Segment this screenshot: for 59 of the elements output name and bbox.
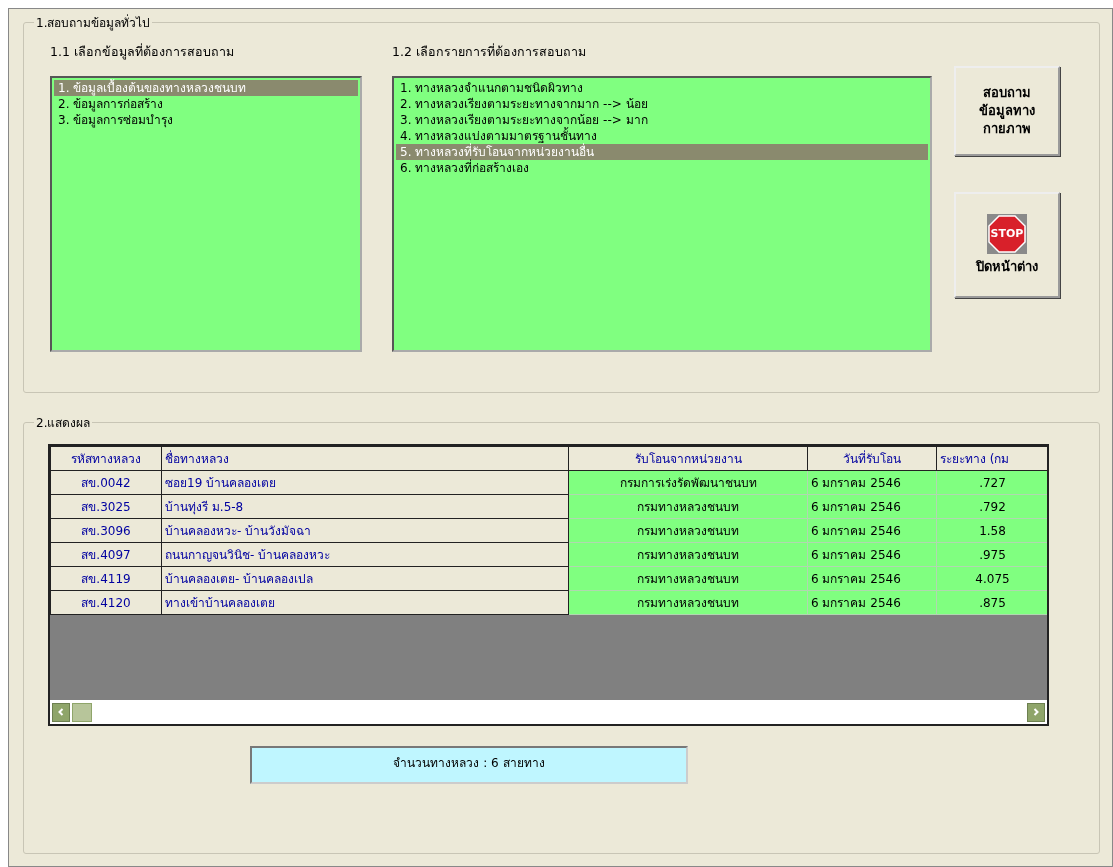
table-cell: 1.58	[936, 518, 1047, 543]
table-cell: สข.4120	[50, 590, 162, 615]
table-cell: 6 มกราคม 2546	[807, 494, 937, 519]
list-item[interactable]: 6. ทางหลวงที่ก่อสร้างเอง	[396, 160, 928, 176]
table-cell: 6 มกราคม 2546	[807, 566, 937, 591]
table-cell: ทางเข้าบ้านคลองเตย	[161, 590, 569, 615]
column-header[interactable]: รับโอนจากหน่วยงาน	[568, 446, 808, 471]
list-item[interactable]: 1. ทางหลวงจำแนกตามชนิดผิวทาง	[396, 80, 928, 96]
scroll-right-icon[interactable]	[1027, 702, 1045, 722]
table-cell: 6 มกราคม 2546	[807, 470, 937, 495]
table-cell: 6 มกราคม 2546	[807, 590, 937, 615]
list-box[interactable]	[392, 76, 932, 352]
summary-field: จำนวนทางหลวง : 6 สายทาง	[250, 746, 688, 784]
table-cell: .875	[936, 590, 1047, 615]
horizontal-scrollbar[interactable]	[50, 700, 1047, 724]
table-cell: .792	[936, 494, 1047, 519]
stop-sign-text: STOP	[989, 226, 1025, 242]
list-label: 1.1 เลือกข้อมูลที่ต้องการสอบถาม	[50, 42, 235, 62]
list-item[interactable]: 1. ข้อมูลเบื้องต้นของทางหลวงชนบท	[54, 80, 358, 96]
close-button[interactable]: STOP ปิดหน้าต่าง	[954, 192, 1060, 298]
list-item[interactable]: 2. ทางหลวงเรียงตามระยะทางจากมาก --> น้อย	[396, 96, 928, 112]
scroll-left-icon[interactable]	[52, 702, 70, 722]
table-cell: .727	[936, 470, 1047, 495]
table-cell: กรมการเร่งรัดพัฒนาชนบท	[568, 470, 808, 495]
table-cell: ถนนกาญจนวินิช- บ้านคลองหวะ	[161, 542, 569, 567]
scroll-thumb[interactable]	[72, 702, 92, 722]
group-title: 2.แสดงผล	[35, 415, 92, 432]
table-cell: กรมทางหลวงชนบท	[568, 590, 808, 615]
stop-sign-icon	[987, 214, 1027, 254]
query-button[interactable]: สอบถาม ข้อมูลทาง กายภาพ	[954, 66, 1060, 156]
table-cell: กรมทางหลวงชนบท	[568, 542, 808, 567]
table-cell: บ้านคลองหวะ- บ้านวังมัจฉา	[161, 518, 569, 543]
table-cell: สข.0042	[50, 470, 162, 495]
table-cell: บ้านทุ่งรี ม.5-8	[161, 494, 569, 519]
table-cell: สข.4097	[50, 542, 162, 567]
column-header[interactable]: ระยะทาง (กม	[936, 446, 1047, 471]
list-label: 1.2 เลือกรายการที่ต้องการสอบถาม	[392, 42, 587, 61]
list-box[interactable]: 1. ข้อมูลเบื้องต้นของทางหลวงชนบท 2. ข้อมูลการก่อสร้าง 3. ข้อมูลการซ่อมบำรุง	[50, 76, 362, 352]
column-header[interactable]: ชื่อทางหลวง	[161, 446, 569, 471]
table-cell: ซอย19 บ้านคลองเตย	[161, 470, 569, 495]
list-item[interactable]: 4. ทางหลวงแบ่งตามมาตรฐานชั้นทาง	[396, 128, 928, 144]
column-header[interactable]: วันที่รับโอน	[807, 446, 937, 471]
table-cell: สข.4119	[50, 566, 162, 591]
table-cell: 6 มกราคม 2546	[807, 542, 937, 567]
group-title: 1.สอบถามข้อมูลทั่วไป	[35, 13, 152, 32]
table-cell: กรมทางหลวงชนบท	[568, 494, 808, 519]
table-cell: 4.075	[936, 566, 1047, 591]
table-cell: กรมทางหลวงชนบท	[568, 518, 808, 543]
column-header[interactable]: รหัสทางหลวง	[50, 446, 162, 471]
table-cell: 6 มกราคม 2546	[807, 518, 937, 543]
table-cell: สข.3096	[50, 518, 162, 543]
table-cell: .975	[936, 542, 1047, 567]
table-cell: สข.3025	[50, 494, 162, 519]
list-item[interactable]: 5. ทางหลวงที่รับโอนจากหน่วยงานอื่น	[396, 144, 928, 160]
list-item[interactable]: 3. ทางหลวงเรียงตามระยะทางจากน้อย --> มาก	[396, 112, 928, 128]
list-item[interactable]: 2. ข้อมูลการก่อสร้าง	[54, 96, 358, 112]
table-cell: กรมทางหลวงชนบท	[568, 566, 808, 591]
table-cell: บ้านคลองเตย- บ้านคลองเปล	[161, 566, 569, 591]
list-item[interactable]: 3. ข้อมูลการซ่อมบำรุง	[54, 112, 358, 128]
